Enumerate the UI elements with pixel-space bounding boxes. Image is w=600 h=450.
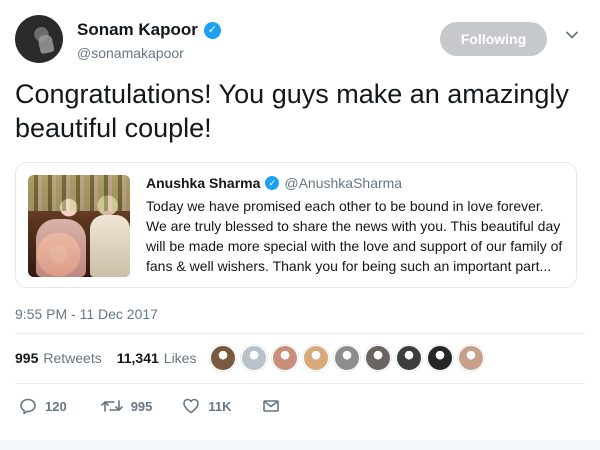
liker-avatar[interactable] (272, 345, 298, 371)
tweet-text: Congratulations! You guys make an amazin… (15, 79, 569, 143)
liker-avatar[interactable] (365, 345, 391, 371)
liker-avatar[interactable] (427, 345, 453, 371)
envelope-icon (262, 400, 279, 412)
quoted-author-handle: @AnushkaSharma (284, 175, 403, 191)
footer-band (0, 440, 600, 450)
verified-badge-icon: ✓ (203, 21, 221, 39)
quoted-author-row: Anushka Sharma ✓ @AnushkaSharma (146, 175, 402, 191)
divider (15, 333, 585, 334)
like-count: 11K (208, 398, 232, 414)
author-handle[interactable]: @sonamakapoor (77, 45, 184, 61)
like-button[interactable]: 11K (182, 397, 232, 415)
liker-avatar[interactable] (396, 345, 422, 371)
liker-avatar[interactable] (210, 345, 236, 371)
heart-icon (183, 398, 200, 414)
liker-avatars (210, 345, 484, 371)
divider (15, 383, 585, 384)
liker-avatar[interactable] (303, 345, 329, 371)
reply-button[interactable]: 120 (19, 397, 67, 415)
following-button[interactable]: Following (440, 22, 547, 56)
tweet-header: Sonam Kapoor ✓ @sonamakapoor Following (15, 15, 585, 65)
chevron-down-icon[interactable] (566, 29, 578, 41)
tweet-timestamp[interactable]: 9:55 PM - 11 Dec 2017 (15, 306, 158, 322)
likes-count[interactable]: 11,341 (117, 350, 159, 366)
likes-label[interactable]: Likes (164, 350, 197, 366)
liker-avatar[interactable] (334, 345, 360, 371)
retweet-count: 995 (130, 398, 153, 414)
quoted-tweet-image[interactable] (28, 175, 130, 277)
author-avatar[interactable] (15, 15, 63, 63)
reply-icon (20, 398, 36, 415)
retweet-button[interactable]: 995 (100, 397, 153, 415)
retweets-count[interactable]: 995 (15, 350, 38, 366)
quoted-tweet-text: Today we have promised each other to be … (146, 198, 563, 274)
quoted-verified-badge-icon: ✓ (265, 176, 280, 190)
quoted-tweet-card[interactable]: Anushka Sharma ✓ @AnushkaSharma Today we… (15, 162, 577, 288)
author-name-row: Sonam Kapoor ✓ (77, 20, 221, 40)
direct-message-button[interactable] (262, 397, 280, 415)
tweet-actions: 120 995 11K (15, 397, 280, 415)
liker-avatar[interactable] (458, 345, 484, 371)
retweet-icon (100, 400, 123, 412)
quoted-author-name: Anushka Sharma (146, 175, 261, 191)
reply-count: 120 (45, 398, 67, 414)
liker-avatar[interactable] (241, 345, 267, 371)
retweets-label[interactable]: Retweets (43, 350, 101, 366)
engagement-stats: 995 Retweets 11,341 Likes (15, 350, 196, 366)
author-display-name[interactable]: Sonam Kapoor (77, 20, 198, 40)
